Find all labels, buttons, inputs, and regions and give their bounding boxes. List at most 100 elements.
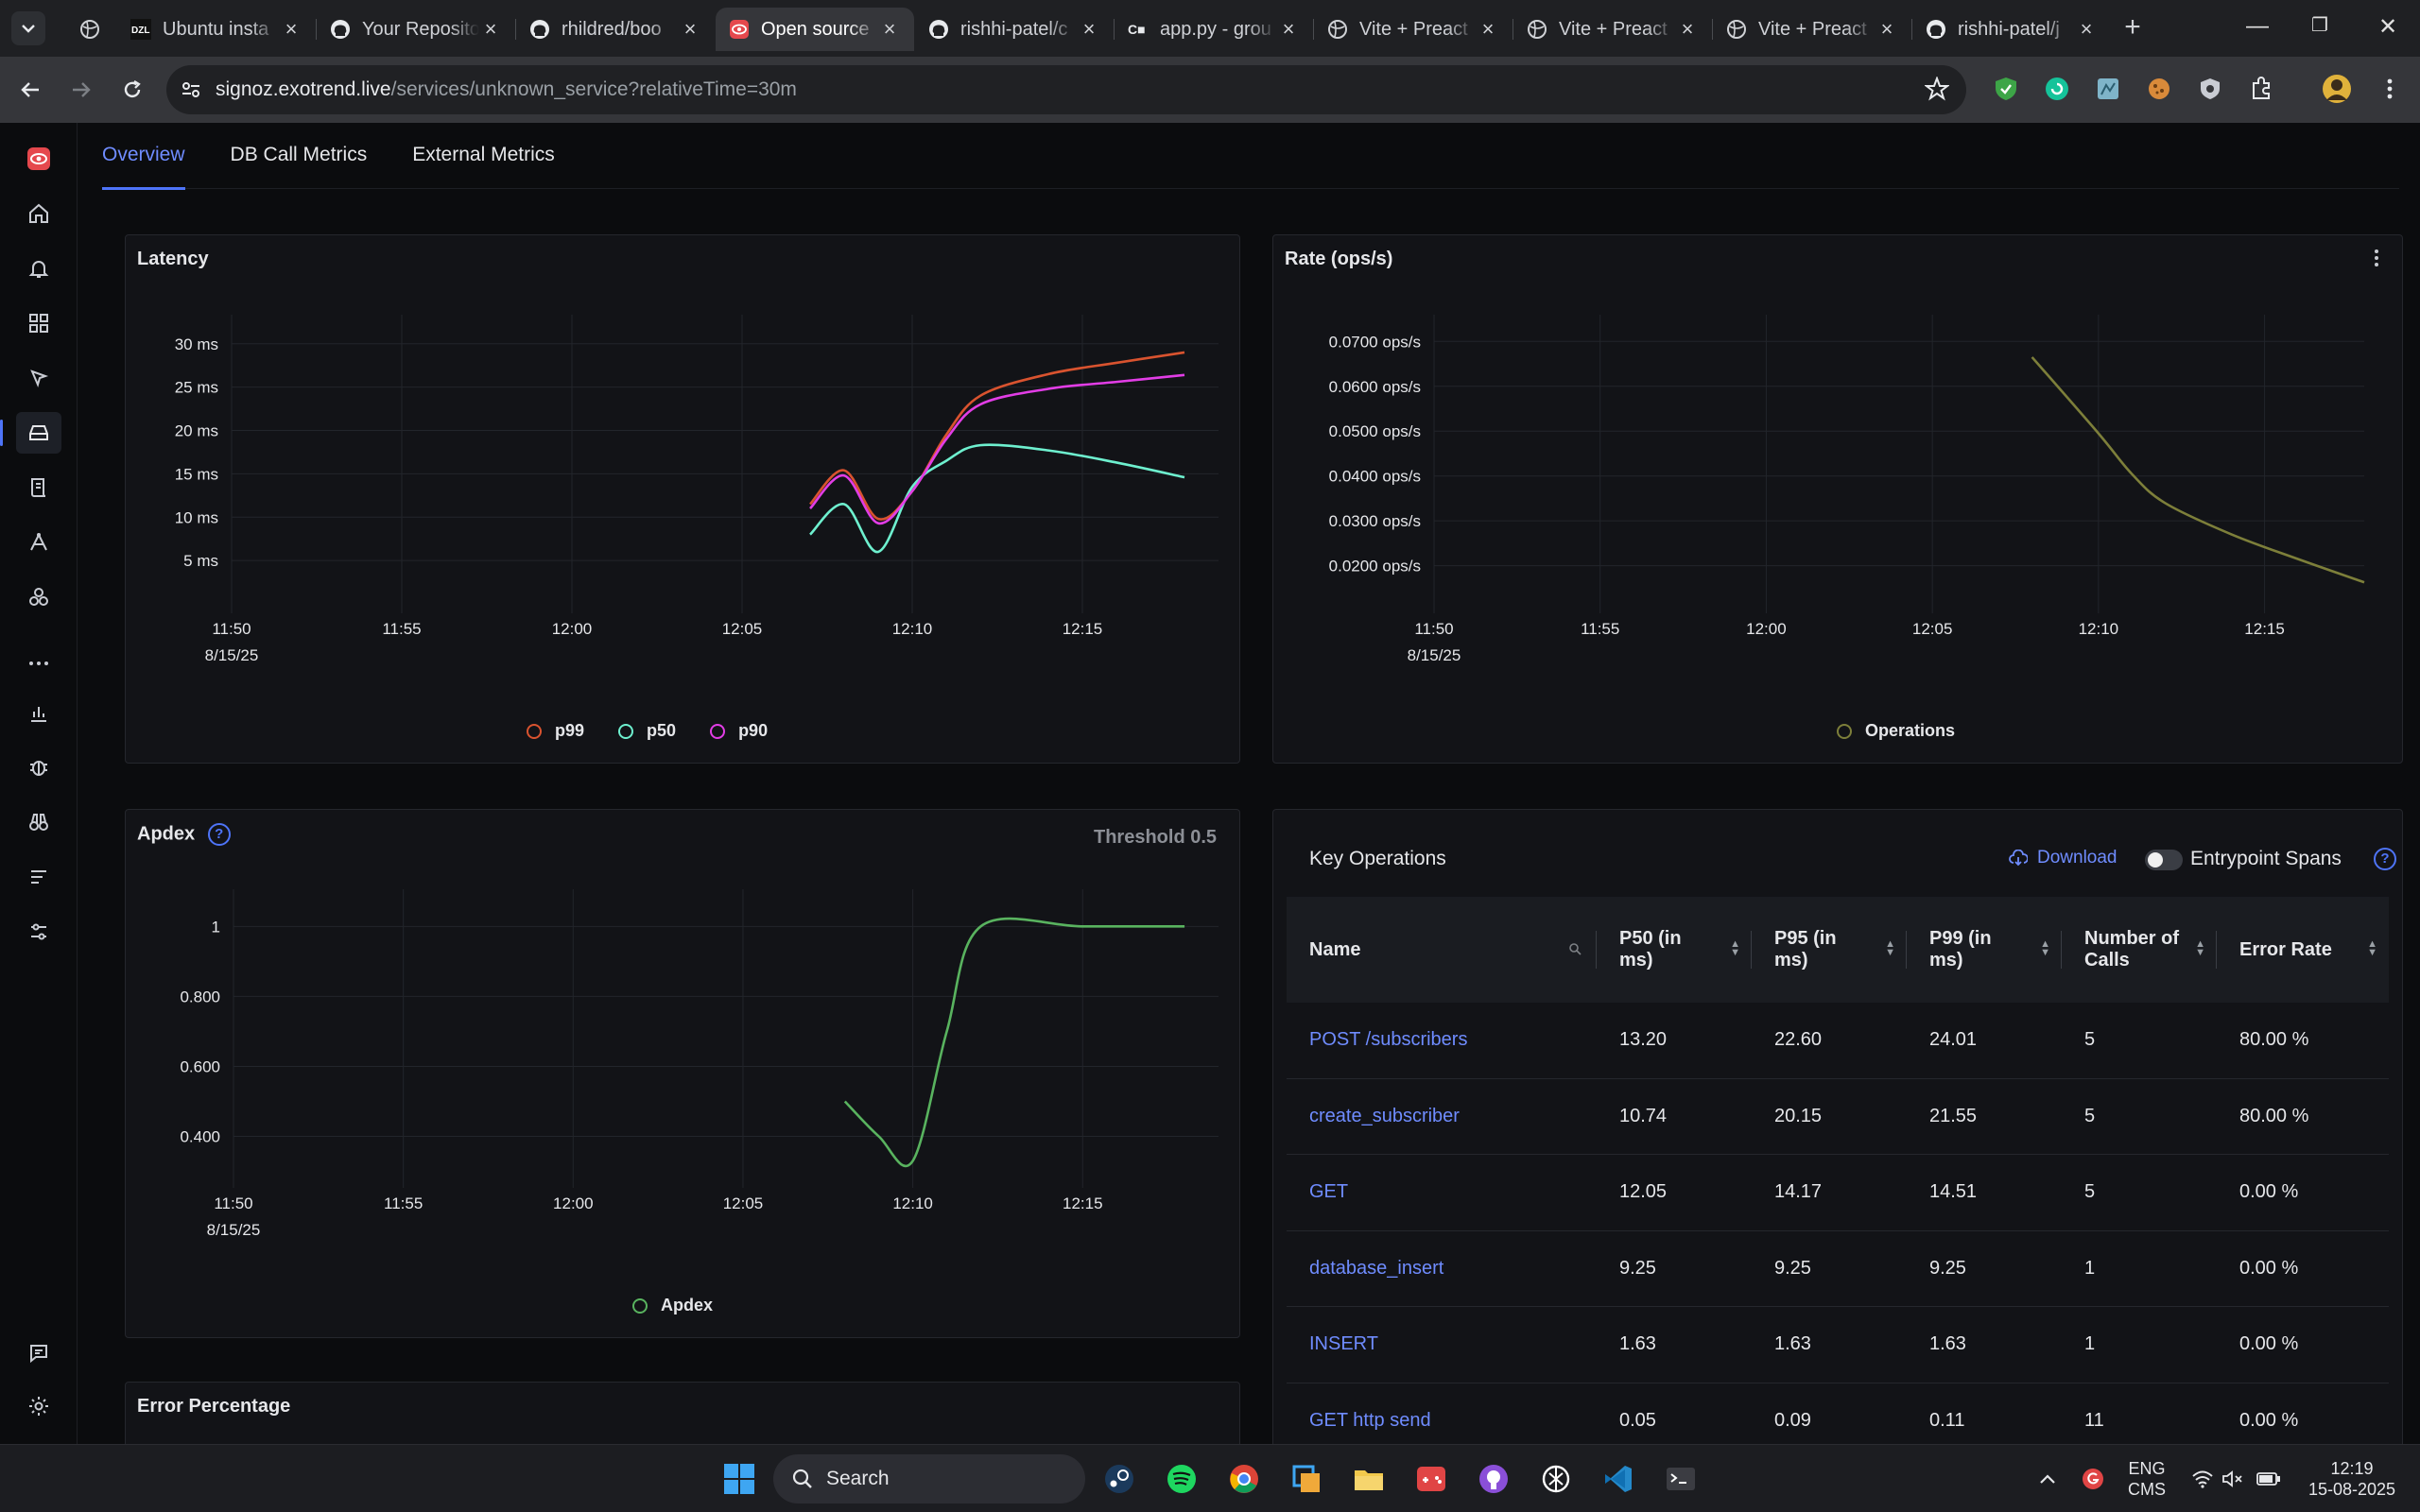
grammarly-tray-icon[interactable] bbox=[2072, 1458, 2114, 1500]
metrics-bar-icon[interactable] bbox=[16, 692, 61, 733]
browser-tab[interactable]: Your Reposito × bbox=[317, 8, 515, 51]
browser-tab[interactable]: Vite + Preact × bbox=[1713, 8, 1911, 51]
browser-tab[interactable]: rishhi-patel/c × bbox=[915, 8, 1114, 51]
site-settings-icon[interactable] bbox=[166, 80, 216, 99]
bookmark-star-icon[interactable] bbox=[1924, 76, 1950, 106]
signoz-logo-icon[interactable] bbox=[16, 138, 61, 180]
tab-external-metrics[interactable]: External Metrics bbox=[412, 123, 555, 189]
legend-item-p50[interactable]: p50 bbox=[618, 721, 676, 741]
gear-icon[interactable] bbox=[16, 1385, 61, 1427]
language-indicator[interactable]: ENG CMS bbox=[2116, 1458, 2178, 1500]
chatgpt-icon[interactable] bbox=[1535, 1458, 1577, 1500]
col-p50[interactable]: P50 (in ms) ▲ ▼ bbox=[1597, 897, 1752, 1003]
help-icon[interactable]: ? bbox=[2374, 848, 2396, 870]
profile-avatar-icon[interactable] bbox=[2322, 74, 2352, 104]
download-button[interactable]: Download bbox=[2009, 848, 2118, 868]
close-tab-icon[interactable]: × bbox=[479, 17, 502, 42]
integrations-icon[interactable] bbox=[16, 576, 61, 618]
browser-tab[interactable]: rhildred/boo × bbox=[516, 8, 715, 51]
series-line-p99[interactable] bbox=[809, 351, 1185, 521]
tab-overview[interactable]: Overview bbox=[102, 123, 185, 190]
legend-item-p90[interactable]: p90 bbox=[710, 721, 768, 741]
col-error-rate[interactable]: Error Rate ▲ ▼ bbox=[2217, 897, 2389, 1003]
battery-icon[interactable] bbox=[2248, 1458, 2290, 1500]
browser-tab[interactable]: Vite + Preact × bbox=[1314, 8, 1512, 51]
services-icon[interactable] bbox=[0, 412, 61, 454]
binoculars-icon[interactable] bbox=[16, 801, 61, 843]
col-name[interactable]: Name bbox=[1287, 897, 1597, 1003]
close-tab-icon[interactable]: × bbox=[1676, 17, 1699, 42]
logs-icon[interactable] bbox=[16, 467, 61, 508]
alerts-bell-icon[interactable] bbox=[16, 248, 61, 289]
close-tab-icon[interactable]: × bbox=[679, 17, 701, 42]
puzzle-extensions-icon[interactable] bbox=[2246, 74, 2276, 104]
close-window-button[interactable]: ✕ bbox=[2369, 13, 2407, 41]
steam-icon[interactable] bbox=[1098, 1458, 1140, 1500]
taskbar-search[interactable]: Search bbox=[773, 1454, 1085, 1503]
sort-icon[interactable]: ▲ ▼ bbox=[2195, 939, 2205, 958]
operation-name-link[interactable]: GET bbox=[1287, 1181, 1597, 1203]
explorer-cursor-icon[interactable] bbox=[16, 357, 61, 399]
browser-tab[interactable]: Open source × bbox=[716, 8, 914, 51]
game-app-icon[interactable] bbox=[1410, 1458, 1452, 1500]
exceptions-bug-icon[interactable] bbox=[16, 747, 61, 788]
series-line-p90[interactable] bbox=[809, 373, 1185, 524]
operation-name-link[interactable]: GET http send bbox=[1287, 1410, 1597, 1432]
grammarly-extension-icon[interactable] bbox=[2042, 74, 2072, 104]
series-line-apdex[interactable] bbox=[843, 917, 1185, 1168]
legend-item-operations[interactable]: Operations bbox=[1837, 721, 1955, 741]
forward-button[interactable] bbox=[64, 73, 98, 107]
reload-button[interactable] bbox=[115, 73, 149, 107]
legend-item-apdex[interactable]: Apdex bbox=[632, 1296, 713, 1315]
close-tab-icon[interactable]: × bbox=[1277, 17, 1300, 42]
table-row[interactable]: GET http send 0.05 0.09 0.11 11 0.00 % bbox=[1287, 1383, 2389, 1445]
github-desktop-icon[interactable] bbox=[1473, 1458, 1514, 1500]
browser-tab[interactable]: C■ app.py - grou × bbox=[1115, 8, 1313, 51]
new-tab-button[interactable]: + bbox=[2118, 13, 2148, 43]
search-icon[interactable] bbox=[1568, 942, 1582, 955]
apdex-chart[interactable]: 1 0.800 0.600 0.400 11:50 11:55 12:00 12:05 12:1… bbox=[126, 867, 1239, 1282]
rate-chart[interactable]: 0.0700 ops/s 0.0600 ops/s 0.0500 ops/s 0.04… bbox=[1273, 292, 2402, 708]
entrypoint-toggle[interactable] bbox=[2145, 850, 2183, 870]
vscode-icon[interactable] bbox=[1598, 1458, 1639, 1500]
col-p95[interactable]: P95 (in ms) ▲ ▼ bbox=[1752, 897, 1907, 1003]
minimize-button[interactable]: — bbox=[2238, 13, 2276, 40]
file-explorer-icon[interactable] bbox=[1348, 1458, 1390, 1500]
help-icon[interactable]: ? bbox=[207, 823, 231, 846]
restore-button[interactable]: ❐ bbox=[2301, 13, 2339, 37]
table-row[interactable]: create_subscriber 10.74 20.15 21.55 5 80.00 % bbox=[1287, 1079, 2389, 1155]
table-row[interactable]: INSERT 1.63 1.63 1.63 1 0.00 % bbox=[1287, 1307, 2389, 1383]
series-line-p50[interactable] bbox=[809, 443, 1185, 554]
close-tab-icon[interactable]: × bbox=[1078, 17, 1100, 42]
browser-tab[interactable]: DZL Ubuntu insta × bbox=[117, 8, 316, 51]
close-tab-icon[interactable]: × bbox=[280, 17, 302, 42]
snipping-tool-icon[interactable] bbox=[1286, 1458, 1327, 1500]
browser-tab[interactable]: rishhi-patel/j × bbox=[1912, 8, 2111, 51]
close-tab-icon[interactable]: × bbox=[878, 17, 901, 42]
sort-icon[interactable]: ▲ ▼ bbox=[2367, 939, 2377, 958]
tab-db-call-metrics[interactable]: DB Call Metrics bbox=[231, 123, 368, 189]
close-tab-icon[interactable]: × bbox=[1477, 17, 1499, 42]
dashboards-grid-icon[interactable] bbox=[16, 302, 61, 344]
chevron-up-icon[interactable] bbox=[2027, 1458, 2068, 1500]
close-tab-icon[interactable]: × bbox=[1876, 17, 1898, 42]
sort-icon[interactable]: ▲ ▼ bbox=[1885, 939, 1895, 958]
table-row[interactable]: GET 12.05 14.17 14.51 5 0.00 % bbox=[1287, 1155, 2389, 1231]
series-line-operations[interactable] bbox=[2031, 356, 2365, 584]
tab-search-button[interactable] bbox=[11, 11, 45, 45]
pipelines-icon[interactable] bbox=[16, 856, 61, 898]
support-chat-icon[interactable] bbox=[16, 1332, 61, 1374]
latency-chart[interactable]: 30 ms 25 ms 20 ms 15 ms 10 ms 5 ms 11:50 11:55 1… bbox=[126, 292, 1239, 708]
settings-sliders-icon[interactable] bbox=[16, 911, 61, 953]
operation-name-link[interactable]: create_subscriber bbox=[1287, 1106, 1597, 1127]
spotify-icon[interactable] bbox=[1161, 1458, 1202, 1500]
clock[interactable]: 12:19 15-08-2025 bbox=[2297, 1458, 2407, 1500]
address-bar[interactable]: signoz.exotrend.live/services/unknown_se… bbox=[166, 65, 1966, 114]
col-p99[interactable]: P99 (in ms) ▲ ▼ bbox=[1907, 897, 2062, 1003]
table-row[interactable]: POST /subscribers 13.20 22.60 24.01 5 80.00 % bbox=[1287, 1003, 2389, 1079]
operation-name-link[interactable]: database_insert bbox=[1287, 1258, 1597, 1280]
legend-item-p99[interactable]: p99 bbox=[527, 721, 584, 741]
cookie-extension-icon[interactable] bbox=[2144, 74, 2174, 104]
traces-icon[interactable] bbox=[16, 522, 61, 563]
privacy-extension-icon[interactable] bbox=[2195, 74, 2225, 104]
